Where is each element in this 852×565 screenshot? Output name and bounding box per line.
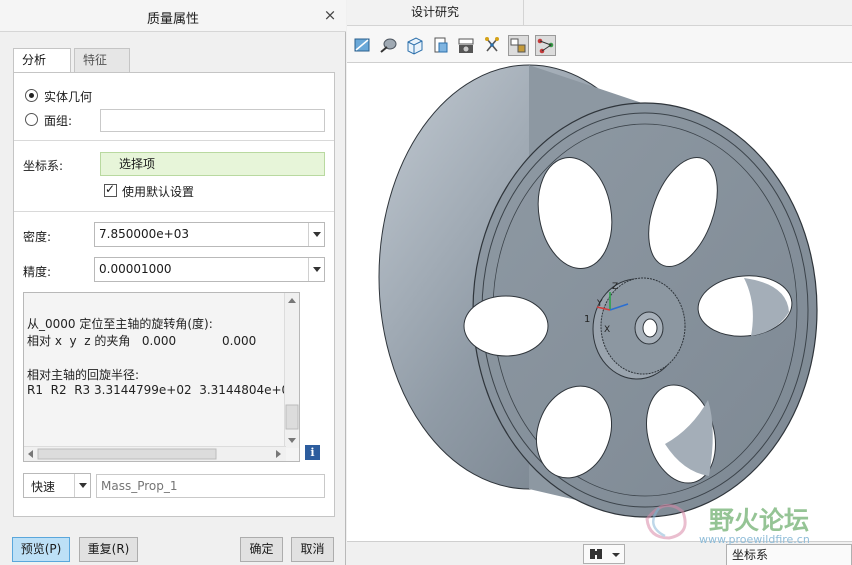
watermark-text: 野火论坛 (709, 506, 809, 535)
chevron-down-icon[interactable] (308, 258, 324, 281)
tab-feature[interactable]: 特征(F) (74, 48, 130, 90)
solid-geometry-label: 实体几何 (44, 90, 93, 104)
vertical-scrollbar[interactable] (284, 293, 299, 448)
results-line: 相对主轴的回旋半径: (27, 368, 140, 382)
accuracy-label: 精度: (23, 265, 52, 279)
density-combo[interactable]: 7.850000e+03 (94, 222, 325, 247)
preview-button[interactable]: 预览(P) (12, 537, 70, 562)
tab-design-study[interactable]: 设计研究 (347, 0, 524, 26)
scrollbar-arrows-icon (28, 448, 281, 460)
density-value: 7.850000e+03 (99, 227, 189, 241)
repeat-button[interactable]: 重复(R) (79, 537, 138, 562)
results-line: 相对 x y z 的夹角 0.000 0.000 (27, 334, 257, 348)
quilt-label: 面组: (44, 114, 73, 128)
scrollbar-arrows-icon (285, 298, 299, 443)
csys-label-z: Z (612, 282, 618, 292)
csys-label-x: X (604, 325, 610, 335)
use-default-checkbox[interactable]: ✓ (104, 182, 117, 197)
coord-system-selector[interactable]: 选择项 (100, 152, 325, 176)
csys-label-y: Y (596, 299, 603, 309)
shade-icon[interactable] (378, 35, 399, 56)
chevron-down-icon[interactable] (74, 474, 90, 497)
analysis-name-field[interactable] (96, 474, 325, 498)
accuracy-combo[interactable]: 0.00001000 (94, 257, 325, 282)
selection-filter-button[interactable] (583, 544, 625, 564)
sparkle-icon[interactable] (482, 35, 503, 56)
dialog-title: 质量属性 (146, 12, 199, 27)
measure-icon[interactable] (352, 35, 373, 56)
sketch-icon[interactable] (508, 35, 529, 56)
quilt-field[interactable] (100, 109, 325, 132)
cube-icon[interactable] (404, 35, 425, 56)
analysis-panel: 实体几何 面组: 坐标系: 选择项 ✓ 使用默认设置 密度: 7.850000e… (13, 72, 335, 517)
mass-properties-dialog: 质量属性 × 分析(A) 特征(F) 实体几何 面组: 坐标系: 选择项 ✓ 使… (0, 0, 346, 565)
mode-combo[interactable]: 快速 (23, 473, 91, 498)
density-label: 密度: (23, 230, 52, 244)
coord-system-label: 坐标系: (23, 159, 64, 173)
wheel-model: Z Y 1 X 野火论坛 (378, 64, 818, 540)
csys-label-one: 1 (584, 314, 590, 325)
info-icon[interactable]: i (305, 445, 320, 460)
graphics-toolbar (347, 26, 852, 63)
ribbon-tab-strip: 设计研究 (347, 0, 852, 26)
close-icon[interactable]: × (322, 7, 338, 23)
results-line: R1 R2 R3 3.3144799e+02 3.3144804e+02 (27, 383, 297, 397)
graph-icon[interactable] (535, 35, 556, 56)
check-icon: ✓ (105, 182, 116, 196)
results-line: 从_0000 定位至主轴的旋转角(度): (27, 317, 213, 331)
tab-analysis[interactable]: 分析(A) (13, 48, 71, 90)
ok-button[interactable]: 确定 (240, 537, 283, 562)
results-textbox[interactable]: 从_0000 定位至主轴的旋转角(度): 相对 x y z 的夹角 0.000 … (23, 292, 300, 462)
filter-dropdown[interactable]: 坐标系 (726, 544, 852, 565)
quilt-radio[interactable] (25, 113, 38, 126)
divider (14, 140, 334, 141)
camera-icon[interactable] (456, 35, 477, 56)
dialog-titlebar: 质量属性 × (0, 0, 346, 32)
document-icon[interactable] (430, 35, 451, 56)
cancel-button[interactable]: 取消 (291, 537, 334, 562)
graphics-viewport[interactable]: Z Y 1 X 野火论坛 (347, 64, 852, 541)
divider (14, 211, 334, 212)
chevron-down-icon[interactable] (308, 223, 324, 246)
binoculars-icon (590, 549, 620, 559)
use-default-label: 使用默认设置 (122, 185, 195, 199)
solid-geometry-radio[interactable] (25, 89, 38, 102)
main-window: 设计研究 Z Y 1 X 野火论坛 坐标系 www.proewildfire.c… (347, 0, 852, 565)
accuracy-value: 0.00001000 (99, 262, 172, 276)
watermark-url: www.proewildfire.cn (699, 533, 810, 546)
mode-value: 快速 (31, 480, 56, 494)
horizontal-scrollbar[interactable] (24, 446, 286, 461)
